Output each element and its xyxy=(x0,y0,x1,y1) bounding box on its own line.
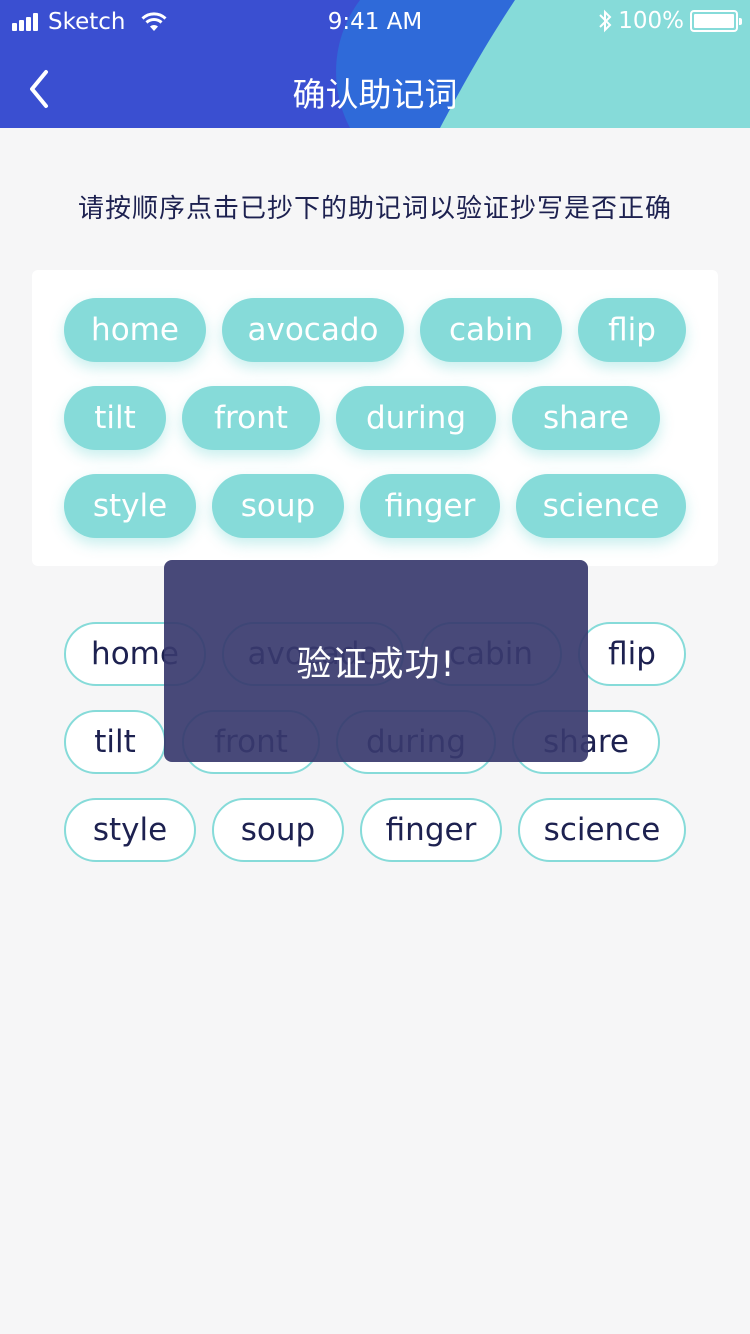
selected-word-chip[interactable]: during xyxy=(336,386,496,450)
selected-word-chip[interactable]: tilt xyxy=(64,386,166,450)
selected-word-chip[interactable]: share xyxy=(512,386,660,450)
toast-message: 验证成功! xyxy=(296,644,456,685)
selected-word-chip[interactable]: avocado xyxy=(222,298,404,362)
selected-word-chip[interactable]: style xyxy=(64,474,196,538)
battery-percentage: 100% xyxy=(618,8,684,34)
page-title: 确认助记词 xyxy=(292,75,458,114)
bluetooth-icon xyxy=(599,9,612,33)
header: Sketch 9:41 AM 100% 确认助记词 xyxy=(0,0,750,128)
selected-word-chip[interactable]: front xyxy=(182,386,320,450)
selected-word-chip[interactable]: cabin xyxy=(420,298,562,362)
word-option-chip[interactable]: science xyxy=(518,798,686,862)
selected-word-chip[interactable]: finger xyxy=(360,474,500,538)
selected-word-chip[interactable]: flip xyxy=(578,298,686,362)
word-option-chip[interactable]: soup xyxy=(212,798,344,862)
selected-word-chip[interactable]: home xyxy=(64,298,206,362)
word-option-chip[interactable]: tilt xyxy=(64,710,166,774)
word-option-chip[interactable]: flip xyxy=(578,622,686,686)
instruction-text: 请按顺序点击已抄下的助记词以验证抄写是否正确 xyxy=(77,194,672,224)
success-toast: 验证成功! xyxy=(164,560,588,762)
selected-word-chip[interactable]: science xyxy=(516,474,686,538)
selected-word-chip[interactable]: soup xyxy=(212,474,344,538)
battery-icon xyxy=(690,10,742,32)
word-option-chip[interactable]: style xyxy=(64,798,196,862)
status-bar: Sketch 9:41 AM 100% xyxy=(0,0,750,46)
word-option-chip[interactable]: finger xyxy=(360,798,502,862)
